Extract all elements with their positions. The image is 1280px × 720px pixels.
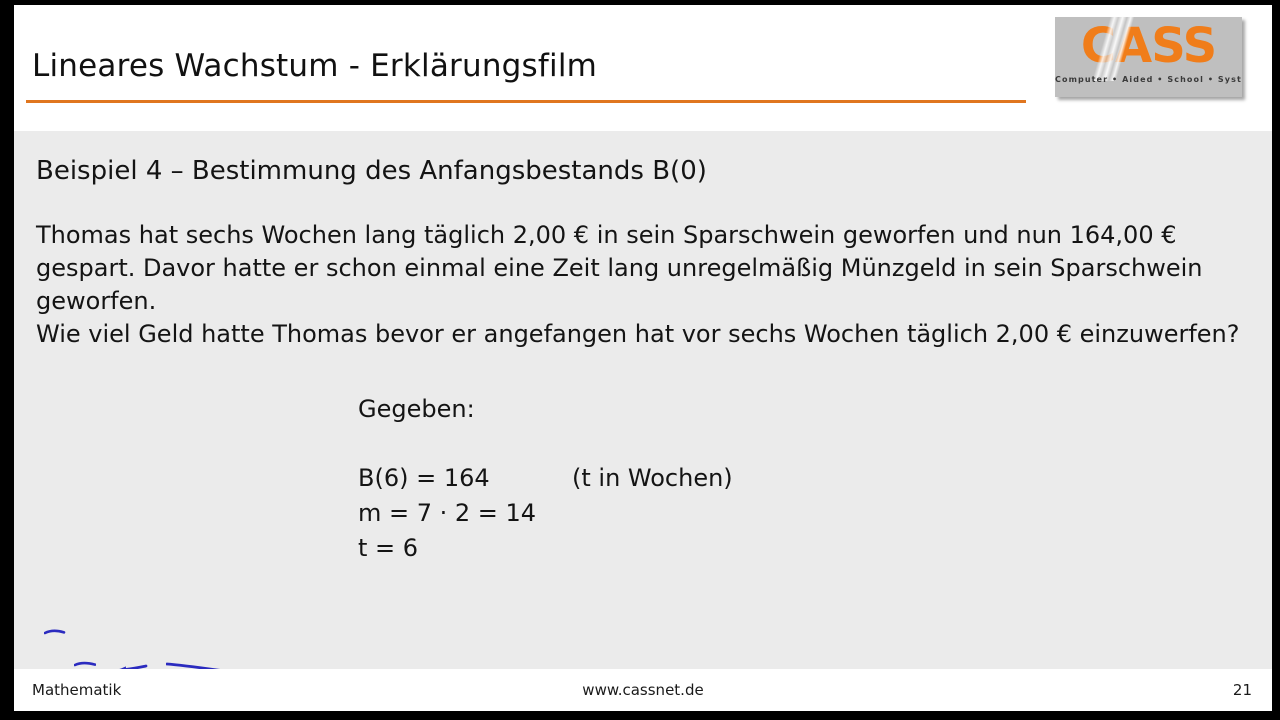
cass-logo-tagline: Computer • Aided • School • System — [1055, 75, 1242, 84]
footer-page-number: 21 — [1232, 681, 1252, 699]
footer-website-url: www.cassnet.de — [582, 681, 704, 699]
example-heading: Beispiel 4 – Bestimmung des Anfangsbesta… — [36, 156, 707, 186]
title-underline-rule — [26, 100, 1026, 103]
given-equations: B(6) = 164 (t in Wochen) m = 7 · 2 = 14 … — [358, 461, 733, 566]
equation-expression: t = 6 — [358, 534, 419, 562]
given-block: Gegeben: — [358, 393, 475, 425]
slide-title: Lineares Wachstum - Erklärungsfilm — [32, 48, 598, 84]
slide-letterbox-frame: Lineares Wachstum - Erklärungsfilm CASS … — [0, 0, 1280, 720]
slide-canvas: Lineares Wachstum - Erklärungsfilm CASS … — [14, 5, 1272, 711]
problem-paragraph-1: Thomas hat sechs Wochen lang täglich 2,0… — [36, 221, 1203, 315]
problem-statement: Thomas hat sechs Wochen lang täglich 2,0… — [36, 219, 1251, 351]
equation-row: t = 6 — [358, 531, 536, 566]
slide-header: Lineares Wachstum - Erklärungsfilm CASS … — [14, 5, 1272, 131]
equation-row: m = 7 · 2 = 14 — [358, 496, 536, 531]
equation-expression: m = 7 · 2 = 14 — [358, 499, 537, 527]
slide-footer: Mathematik www.cassnet.de 21 — [14, 669, 1272, 711]
equation-expression: B(6) = 164 — [358, 464, 490, 492]
equation-note: (t in Wochen) — [572, 464, 733, 492]
annotation-underline-seven-icon — [74, 661, 96, 667]
cass-logo-wordmark: CASS — [1080, 18, 1217, 74]
equation-row: B(6) = 164 (t in Wochen) — [358, 461, 733, 496]
slide-content-area: Beispiel 4 – Bestimmung des Anfangsbesta… — [14, 131, 1272, 705]
problem-paragraph-2: Wie viel Geld hatte Thomas bevor er ange… — [36, 320, 1240, 348]
annotation-underline-b6-icon — [44, 629, 66, 635]
given-label: Gegeben: — [358, 395, 475, 423]
cass-logo: CASS Computer • Aided • School • System — [1055, 17, 1242, 97]
